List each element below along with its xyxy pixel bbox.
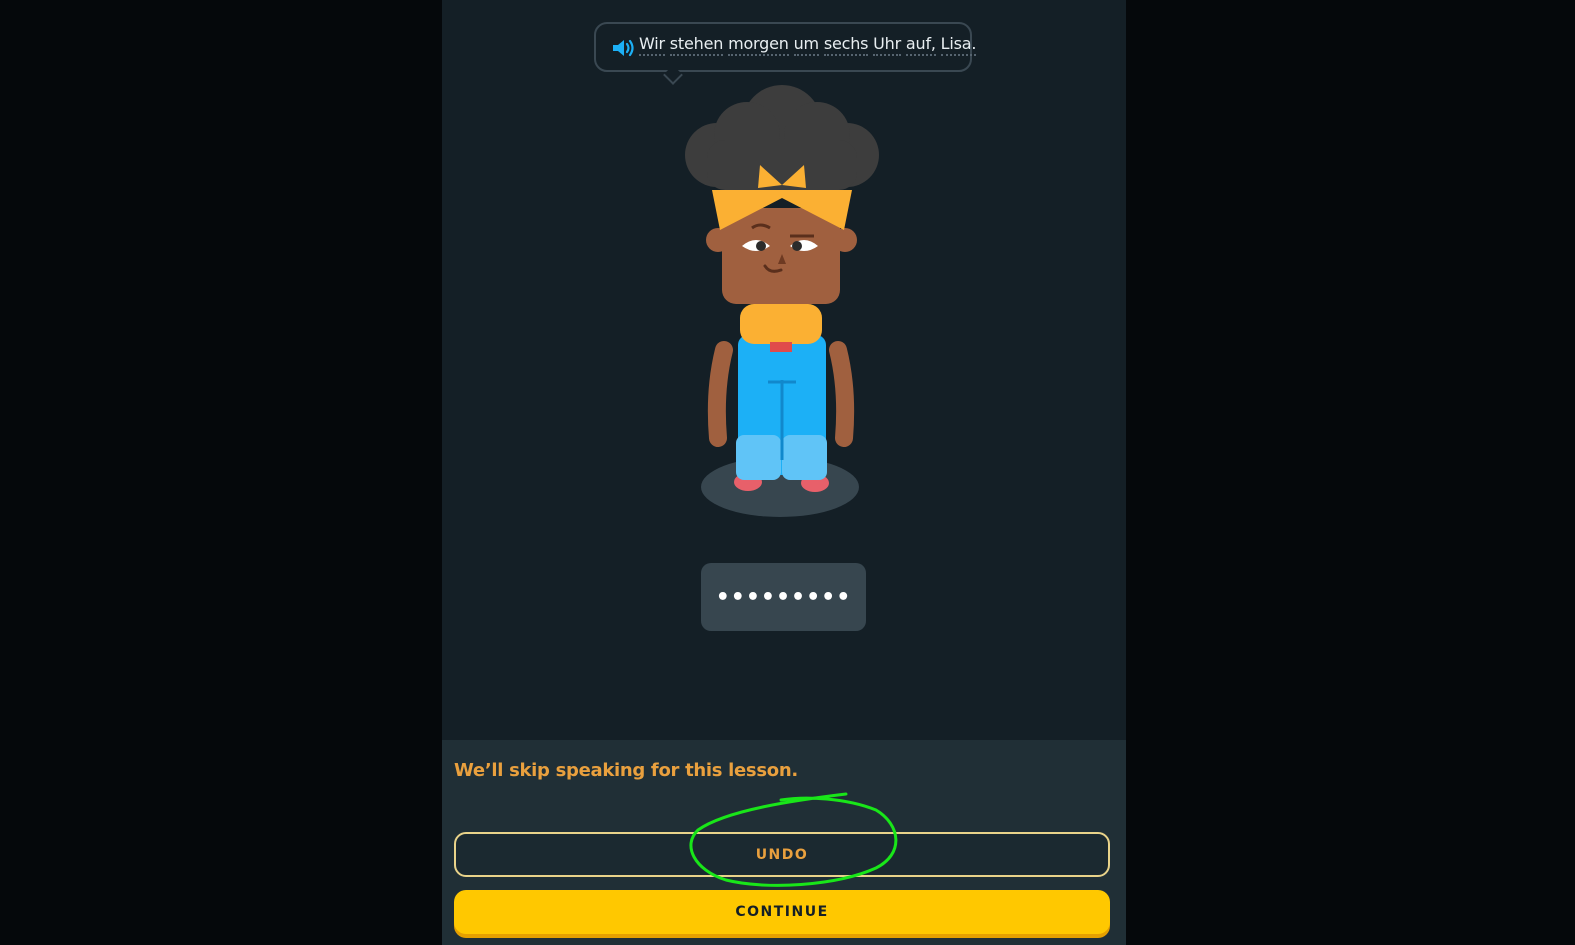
undo-button[interactable]: UNDO	[454, 832, 1110, 877]
audio-waveform: •••••••••	[701, 563, 866, 631]
prompt-word[interactable]: Uhr	[873, 34, 901, 56]
lesson-screen: Wir stehen morgen um sechs Uhr auf, Lisa…	[442, 0, 1126, 945]
feedback-sheet: We’ll skip speaking for this lesson. UND…	[442, 740, 1126, 945]
prompt-word[interactable]: Wir	[639, 34, 665, 56]
speaker-icon[interactable]	[611, 37, 635, 59]
audio-dots: •••••••••	[715, 584, 852, 610]
prompt-word[interactable]: Lisa.	[940, 34, 976, 56]
undo-label: UNDO	[755, 846, 809, 863]
prompt-word[interactable]: um	[793, 34, 819, 56]
continue-label: CONTINUE	[735, 904, 829, 920]
prompt-word[interactable]: morgen	[728, 34, 789, 56]
character-illustration	[685, 85, 879, 517]
prompt-word[interactable]: stehen	[669, 34, 723, 56]
continue-button[interactable]: CONTINUE	[454, 890, 1110, 934]
prompt-word[interactable]: auf,	[905, 34, 936, 56]
prompt-sentence: Wir stehen morgen um sechs Uhr auf, Lisa…	[639, 34, 976, 56]
prompt-word[interactable]: sechs	[823, 34, 868, 56]
skip-message: We’ll skip speaking for this lesson.	[454, 760, 798, 781]
speech-bubble: Wir stehen morgen um sechs Uhr auf, Lisa…	[594, 22, 976, 85]
